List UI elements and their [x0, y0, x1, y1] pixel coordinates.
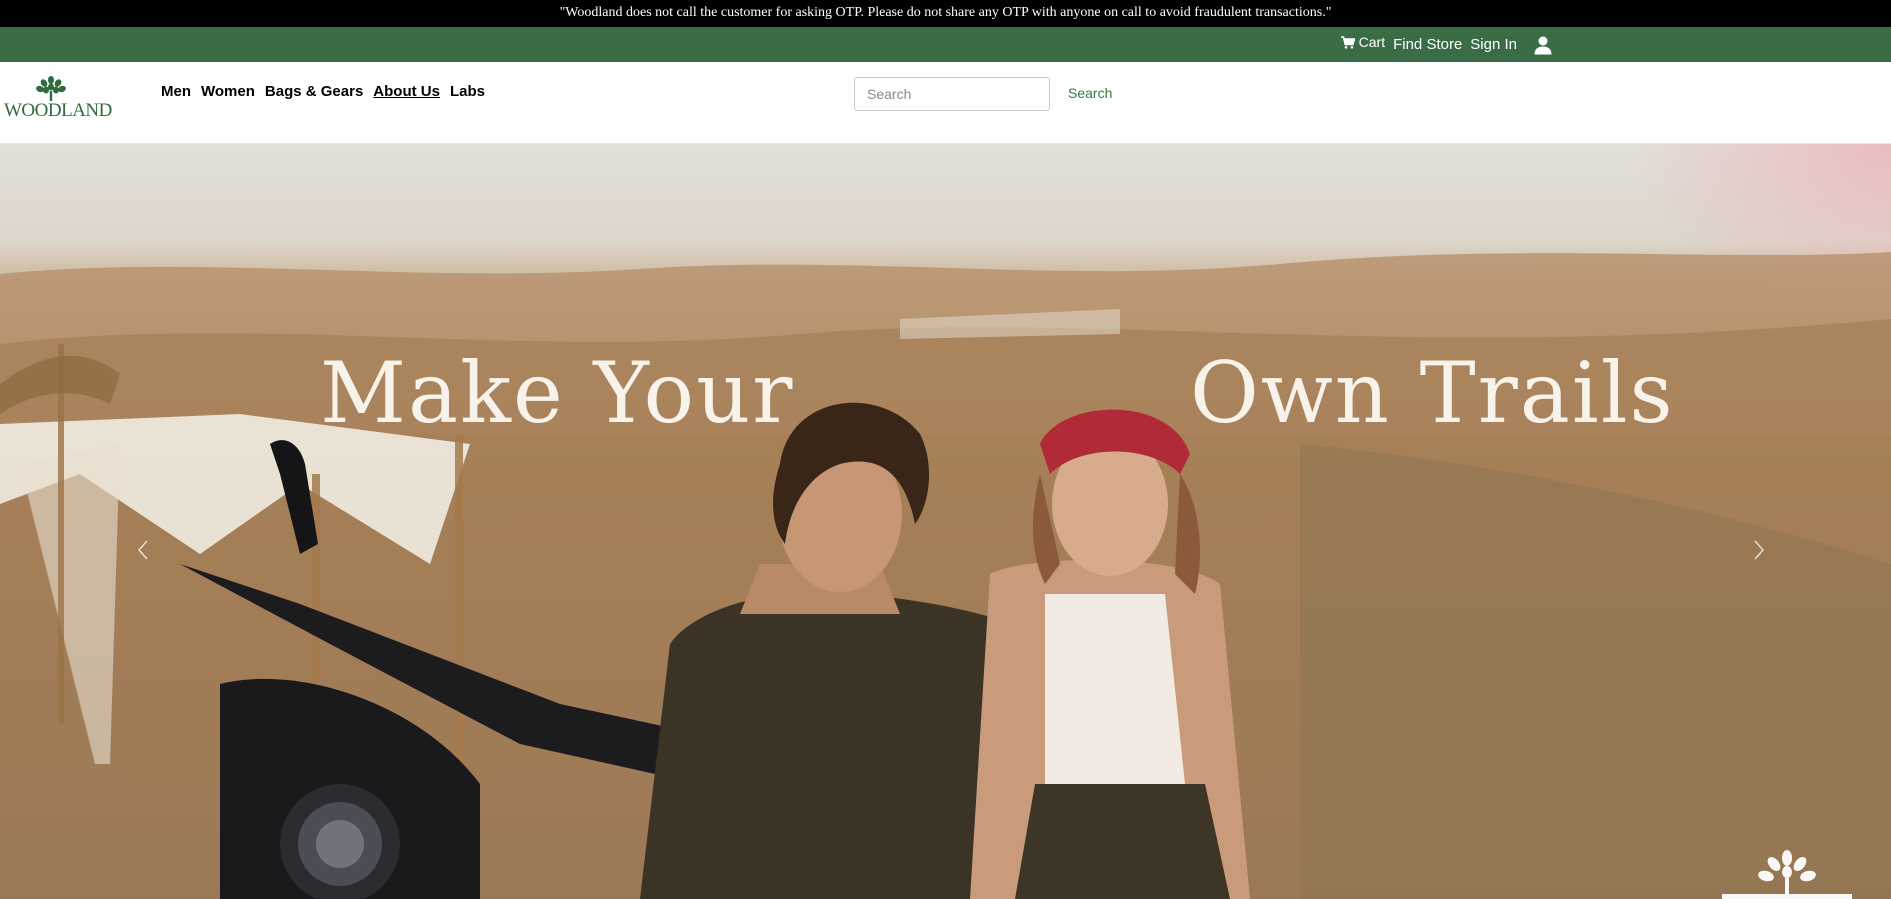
woodland-watermark-icon [1712, 850, 1862, 899]
hero-banner: Make Your Own Trails [0, 144, 1891, 899]
cart-label: Cart [1358, 34, 1386, 50]
nav-item-bags-gears[interactable]: Bags & Gears [265, 83, 363, 100]
main-nav: Men Women Bags & Gears About Us Labs [161, 83, 485, 100]
cart-icon [1340, 35, 1355, 49]
nav-item-women[interactable]: Women [201, 83, 255, 100]
sign-in-link[interactable]: Sign In [1470, 36, 1517, 53]
woodland-logo[interactable]: WOODLAND [4, 76, 112, 130]
logo-wordmark: WOODLAND [4, 100, 112, 121]
hero-headline-part-1: Make Your [320, 344, 795, 442]
carousel-prev-button[interactable] [128, 530, 158, 574]
hero-scene-image [0, 252, 1891, 899]
chevron-right-icon [1752, 538, 1766, 567]
sign-in-label: Sign In [1470, 36, 1517, 53]
carousel-next-button[interactable] [1744, 530, 1774, 574]
otp-notice-bar: "Woodland does not call the customer for… [0, 0, 1891, 27]
search-input[interactable] [854, 77, 1050, 111]
hero-headline-part-2: Own Trails [1190, 344, 1675, 442]
find-store-label: Find Store [1393, 36, 1463, 53]
otp-notice-text: "Woodland does not call the customer for… [559, 5, 1332, 20]
site-header: WOODLAND Men Women Bags & Gears About Us… [0, 62, 1891, 144]
nav-item-about-us[interactable]: About Us [373, 83, 440, 100]
find-store-link[interactable]: Find Store [1393, 36, 1462, 53]
user-icon[interactable] [1533, 35, 1553, 55]
nav-item-labs[interactable]: Labs [450, 83, 485, 100]
search-button[interactable]: Search [1068, 85, 1112, 101]
utility-links: Cart Find Store Sign In [1340, 27, 1553, 62]
nav-item-men[interactable]: Men [161, 83, 191, 100]
utility-bar: Cart Find Store Sign In [0, 27, 1891, 62]
cart-link[interactable]: Cart [1340, 34, 1386, 50]
chevron-left-icon [136, 538, 150, 567]
